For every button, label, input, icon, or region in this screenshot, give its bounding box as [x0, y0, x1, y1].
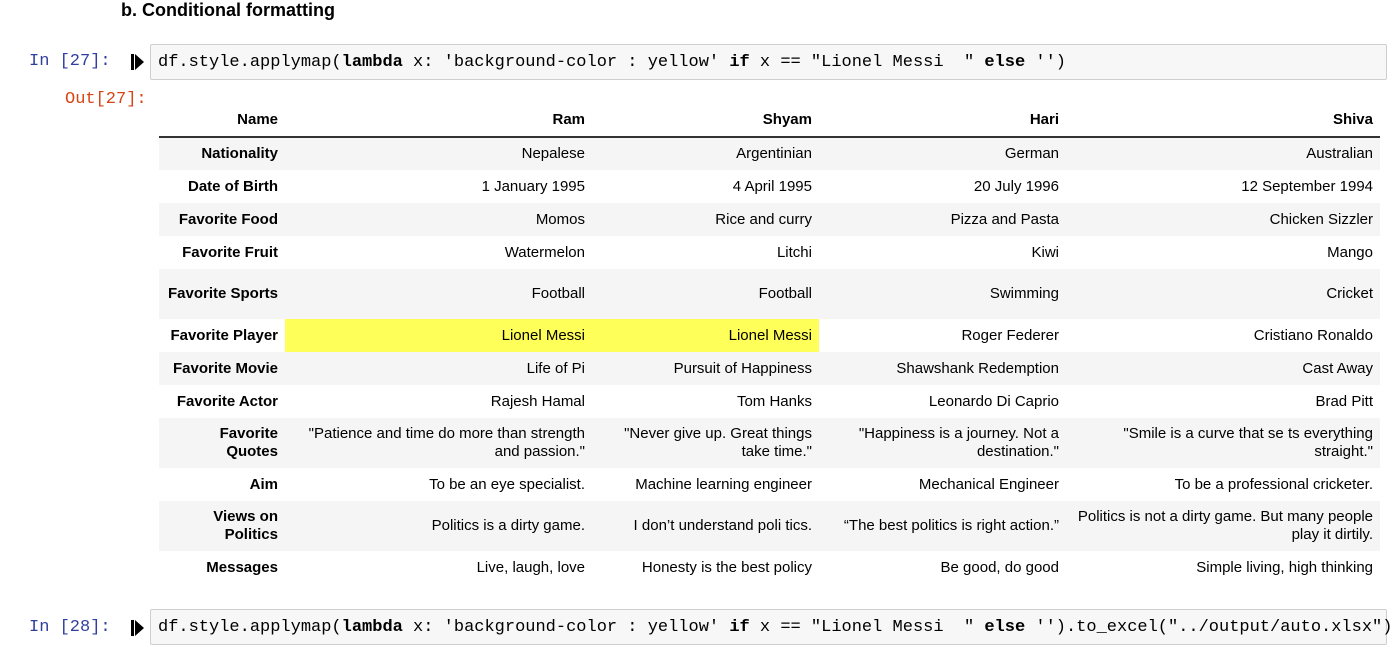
- table-cell: Cristiano Ronaldo: [1253, 326, 1373, 344]
- table-cell: Honesty is the best policy: [641, 558, 812, 576]
- table-header-row: Name Ram Shyam Hari Shiva: [159, 104, 1380, 138]
- column-header: Shyam: [592, 104, 819, 138]
- table-cell: Football: [531, 285, 585, 302]
- section-heading: b. Conditional formatting: [121, 0, 335, 20]
- table-cell: Watermelon: [504, 243, 585, 261]
- table-cell: Mango: [1327, 243, 1373, 261]
- highlighted-cell: Lionel Messi: [285, 319, 592, 352]
- table-row: Favorite Quotes "Patience and time do mo…: [159, 418, 1380, 468]
- table-row: Favorite Actor Rajesh Hamal Tom Hanks Le…: [159, 385, 1380, 418]
- input-prompt-27: In [27]:: [29, 52, 111, 71]
- table-cell: To be a professional cricketer.: [1174, 475, 1373, 493]
- table-cell: I don’t understand poli tics.: [633, 517, 812, 534]
- table-cell: Argentinian: [736, 145, 812, 162]
- table-cell: Nepalese: [521, 145, 585, 162]
- table-cell: Brad Pitt: [1315, 392, 1373, 410]
- table-cell: "Happiness is a journey. Not a destinati…: [858, 425, 1059, 460]
- table-cell: Politics is a dirty game.: [431, 517, 585, 534]
- table-cell: “The best politics is right action.”: [843, 517, 1059, 534]
- column-header: Name: [159, 104, 285, 138]
- table-row: Favorite Fruit Watermelon Litchi Kiwi Ma…: [159, 236, 1380, 269]
- column-header: Hari: [819, 104, 1066, 138]
- row-label: Favorite Player: [170, 326, 278, 344]
- input-prompt-28: In [28]:: [29, 618, 111, 637]
- row-label: Favorite Movie: [172, 359, 278, 377]
- table-row: Views on Politics Politics is a dirty ga…: [159, 501, 1380, 551]
- table-cell: Litchi: [776, 243, 812, 261]
- table-row: Favorite Food Momos Rice and curry Pizza…: [159, 203, 1380, 236]
- code-text: df.style.applymap(lambda x: 'background-…: [158, 618, 1393, 637]
- table-cell: "Smile is a curve that se ts everything …: [1123, 425, 1373, 460]
- table-cell: "Never give up. Great things take time.": [624, 425, 812, 460]
- table-cell: 4 April 1995: [732, 177, 812, 195]
- column-header: Shiva: [1066, 104, 1380, 138]
- table-cell: Machine learning engineer: [635, 475, 812, 493]
- table-cell: Kiwi: [1031, 243, 1059, 261]
- table-cell: Australian: [1306, 145, 1373, 162]
- code-input-27[interactable]: df.style.applymap(lambda x: 'background-…: [150, 44, 1387, 80]
- table-cell: Rajesh Hamal: [490, 392, 585, 410]
- run-cell-icon[interactable]: [131, 619, 145, 637]
- table-cell: Roger Federer: [961, 326, 1059, 344]
- table-cell: Mechanical Engineer: [918, 475, 1059, 493]
- table-cell: Swimming: [989, 285, 1059, 302]
- table-row: Messages Live, laugh, love Honesty is th…: [159, 551, 1380, 584]
- row-label: Aim: [249, 475, 278, 493]
- code-text: df.style.applymap(lambda x: 'background-…: [158, 53, 1066, 72]
- column-header: Ram: [285, 104, 592, 138]
- table-cell: Pizza and Pasta: [950, 210, 1059, 228]
- highlighted-cell: Lionel Messi: [592, 319, 819, 352]
- row-label: Views on Politics: [213, 508, 278, 543]
- row-label: Favorite Fruit: [182, 243, 278, 261]
- table-cell: Cricket: [1326, 285, 1373, 302]
- table-cell: Live, laugh, love: [476, 558, 585, 576]
- table-cell: Politics is not a dirty game. But many p…: [1077, 508, 1373, 543]
- row-label: Messages: [206, 558, 278, 576]
- table-row: Favorite Sports Football Football Swimmi…: [159, 269, 1380, 319]
- table-cell: Shawshank Redemption: [896, 359, 1059, 377]
- code-input-28[interactable]: df.style.applymap(lambda x: 'background-…: [150, 609, 1392, 645]
- table-cell: Life of Pi: [526, 359, 585, 377]
- table-row: Favorite Movie Life of Pi Pursuit of Hap…: [159, 352, 1380, 385]
- table-cell: Momos: [535, 210, 585, 228]
- row-label: Date of Birth: [188, 177, 278, 195]
- table-cell: Simple living, high thinking: [1196, 558, 1373, 576]
- table-row: Nationality Nepalese Argentinian German …: [159, 137, 1380, 170]
- table-cell: 20 July 1996: [973, 177, 1059, 195]
- dataframe-table: Name Ram Shyam Hari Shiva Nationality Ne…: [159, 104, 1380, 584]
- table-row: Aim To be an eye specialist. Machine lea…: [159, 468, 1380, 501]
- table-cell: Leonardo Di Caprio: [928, 392, 1059, 410]
- table-cell: Be good, do good: [940, 558, 1059, 576]
- output-prompt-27: Out[27]:: [65, 90, 147, 109]
- table-row: Date of Birth 1 January 1995 4 April 199…: [159, 170, 1380, 203]
- table-cell: "Patience and time do more than strength…: [308, 425, 585, 460]
- run-cell-icon[interactable]: [131, 53, 145, 71]
- table-cell: 12 September 1994: [1241, 177, 1373, 195]
- table-cell: Chicken Sizzler: [1269, 210, 1373, 228]
- table-row: Favorite Player Lionel Messi Lionel Mess…: [159, 319, 1380, 352]
- table-cell: Pursuit of Happiness: [673, 359, 812, 377]
- row-label: Favorite Sports: [167, 285, 278, 302]
- row-label: Favorite Actor: [176, 392, 278, 410]
- row-label: Nationality: [201, 145, 278, 162]
- table-cell: Cast Away: [1302, 359, 1373, 377]
- row-label: Favorite Quotes: [219, 425, 278, 460]
- table-cell: Tom Hanks: [736, 392, 812, 410]
- row-label: Favorite Food: [178, 210, 278, 228]
- table-cell: Football: [758, 285, 812, 302]
- table-cell: German: [1004, 145, 1059, 162]
- table-cell: Rice and curry: [715, 210, 812, 228]
- table-cell: 1 January 1995: [481, 177, 585, 195]
- table-cell: To be an eye specialist.: [429, 475, 585, 493]
